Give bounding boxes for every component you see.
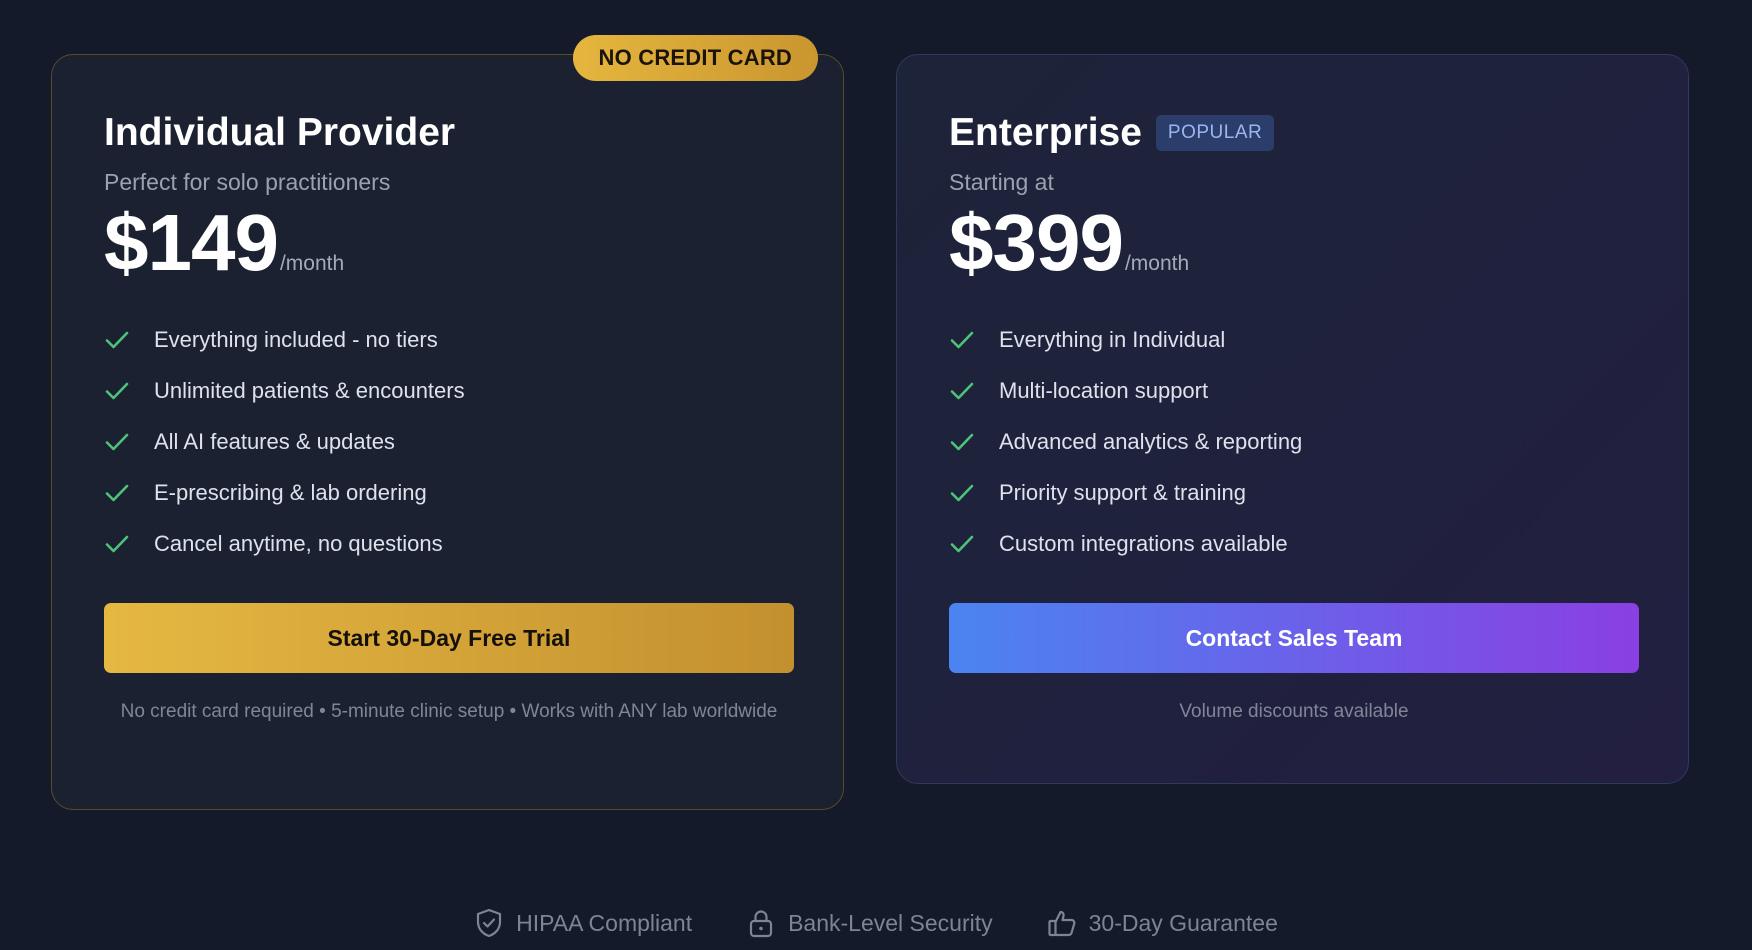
feature-label: Priority support & training [999, 479, 1246, 505]
feature-label: Advanced analytics & reporting [999, 428, 1303, 454]
feature-label: All AI features & updates [154, 428, 395, 454]
no-credit-card-ribbon: NO CREDIT CARD [572, 35, 818, 81]
price-period: /month [1124, 252, 1190, 275]
check-icon [949, 480, 975, 506]
check-icon [104, 378, 130, 404]
trust-item-guarantee: 30-Day Guarantee [1047, 908, 1278, 938]
enterprise-fine-print: Volume discounts available [1179, 701, 1409, 722]
trust-label: Bank-Level Security [788, 909, 993, 936]
feature-item: All AI features & updates [104, 416, 791, 467]
shield-check-icon [474, 908, 504, 938]
feature-label: Unlimited patients & encounters [154, 377, 465, 403]
plan-subtitle: Perfect for solo practitioners [104, 169, 391, 195]
check-icon [104, 429, 130, 455]
lock-icon [746, 908, 776, 938]
feature-item: E-prescribing & lab ordering [104, 467, 791, 518]
feature-label: E-prescribing & lab ordering [154, 479, 427, 505]
feature-item: Cancel anytime, no questions [104, 518, 791, 569]
start-free-trial-button[interactable]: Start 30-Day Free Trial [104, 603, 794, 673]
check-icon [104, 327, 130, 353]
plan-subtitle: Starting at [949, 169, 1054, 195]
check-icon [949, 429, 975, 455]
individual-plan-card: NO CREDIT CARD Individual Provider Perfe… [51, 35, 844, 810]
trust-item-security: Bank-Level Security [746, 908, 993, 938]
feature-list: Everything in Individual Multi-location … [949, 314, 1636, 569]
check-icon [949, 327, 975, 353]
contact-sales-button[interactable]: Contact Sales Team [949, 603, 1639, 673]
check-icon [949, 378, 975, 404]
plan-title: Enterprise [949, 111, 1142, 154]
feature-label: Everything in Individual [999, 326, 1226, 352]
feature-label: Cancel anytime, no questions [154, 530, 443, 556]
trust-label: HIPAA Compliant [516, 909, 693, 936]
individual-fine-print: No credit card required • 5-minute clini… [120, 701, 778, 722]
plan-title: Individual Provider [104, 111, 456, 154]
popular-badge: POPULAR [1155, 115, 1275, 151]
check-icon [949, 531, 975, 557]
thumbs-up-icon [1047, 908, 1077, 938]
check-icon [104, 531, 130, 557]
feature-item: Priority support & training [949, 467, 1636, 518]
plan-title-row: Individual Provider [104, 107, 791, 159]
pricing-page: NO CREDIT CARD Individual Provider Perfe… [0, 0, 1752, 950]
feature-label: Everything included - no tiers [154, 326, 438, 352]
trust-item-hipaa: HIPAA Compliant [474, 908, 692, 938]
trust-badges: HIPAA Compliant Bank-Level Security 30-D… [0, 908, 1752, 938]
feature-item: Everything included - no tiers [104, 314, 791, 365]
plan-price: $149 [104, 198, 279, 287]
plan-title-row: Enterprise POPULAR [949, 107, 1636, 159]
trust-label: 30-Day Guarantee [1088, 909, 1278, 936]
feature-item: Everything in Individual [949, 314, 1636, 365]
check-icon [104, 480, 130, 506]
feature-label: Multi-location support [999, 377, 1209, 403]
price-row: $399 /month [949, 200, 1636, 286]
feature-item: Unlimited patients & encounters [104, 365, 791, 416]
feature-label: Custom integrations available [999, 530, 1288, 556]
enterprise-plan-card: Enterprise POPULAR Starting at $399 /mon… [896, 54, 1689, 784]
price-row: $149 /month [104, 200, 791, 286]
plan-price: $399 [949, 198, 1124, 287]
feature-item: Multi-location support [949, 365, 1636, 416]
feature-item: Custom integrations available [949, 518, 1636, 569]
feature-list: Everything included - no tiers Unlimited… [104, 314, 791, 569]
feature-item: Advanced analytics & reporting [949, 416, 1636, 467]
price-period: /month [279, 252, 345, 275]
